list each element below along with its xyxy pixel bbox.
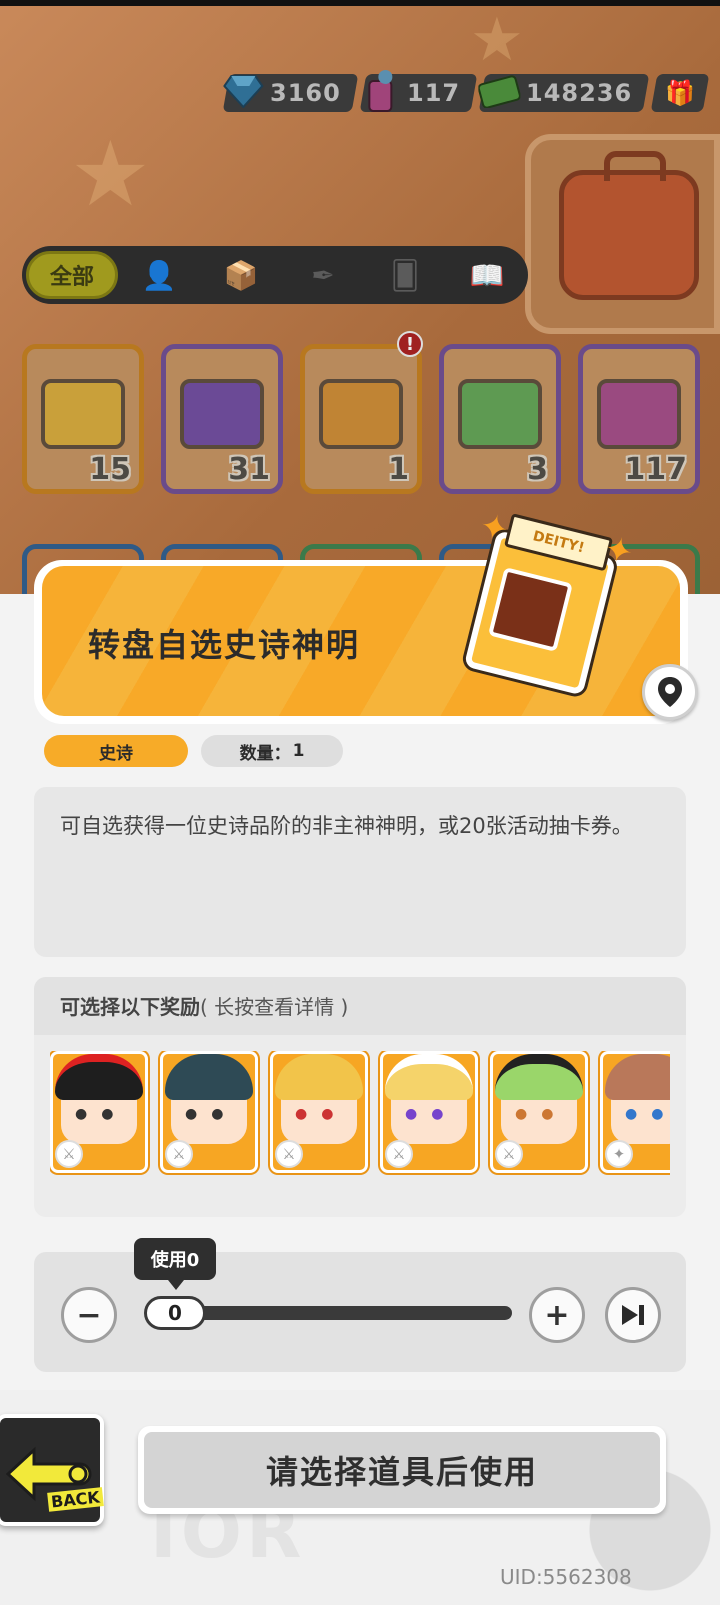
diamond-value: 3160: [269, 79, 341, 107]
hero-hair: [55, 1054, 143, 1100]
sword-icon: ⚔: [275, 1140, 303, 1168]
use-item-label: 请选择道具后使用: [144, 1432, 660, 1508]
tab-box[interactable]: 📦: [200, 259, 282, 292]
usage-slider-thumb[interactable]: 0: [144, 1296, 206, 1330]
item-count: 31: [228, 452, 270, 487]
item-title: 转盘自选史诗神明: [88, 626, 361, 664]
tab-pen[interactable]: ✒: [282, 259, 364, 292]
hero-hair: [605, 1054, 670, 1100]
spray-can-icon: [597, 379, 681, 449]
item-count: 117: [624, 452, 687, 487]
item-count: 3: [527, 452, 548, 487]
usage-tooltip: 使用0: [134, 1238, 216, 1290]
location-pin-icon: [658, 677, 682, 707]
minus-icon: −: [76, 1297, 102, 1333]
tab-all[interactable]: 全部: [26, 251, 118, 299]
tab-book[interactable]: 📖: [446, 259, 528, 292]
alert-icon: !: [397, 331, 423, 357]
hero-hair: [275, 1054, 363, 1100]
sword-icon: ⚔: [495, 1140, 523, 1168]
gift-box-button[interactable]: 🎁: [650, 74, 710, 112]
gift-icon: 🎁: [665, 79, 695, 107]
currency-cash: 148236: [478, 74, 650, 112]
hero-eyes: ●●: [405, 1106, 458, 1122]
spray-value: 117: [406, 79, 460, 107]
person-icon: 👤: [141, 258, 177, 292]
inventory-item[interactable]: 117: [578, 344, 700, 494]
hero-card[interactable]: ●● ⚔: [50, 1051, 148, 1173]
reward-header-title: 可选择以下奖励: [60, 995, 200, 1019]
quantity-badge: 数量： 1: [201, 735, 343, 767]
quantity-value: 1: [292, 741, 305, 761]
inventory-item[interactable]: 15: [22, 344, 144, 494]
cash-value: 148236: [525, 79, 632, 107]
hero-card[interactable]: ●● ⚔: [380, 1051, 478, 1173]
hero-card[interactable]: ●● ✦: [600, 1051, 670, 1173]
user-id: UID:5562308: [500, 1565, 632, 1589]
locate-button[interactable]: [642, 664, 698, 720]
reward-selection-box: 可选择以下奖励( 长按查看详情 ) ●● ⚔ ●● ⚔ ●● ⚔ ●● ⚔ ●●…: [34, 977, 686, 1217]
item-count: 15: [89, 452, 131, 487]
reward-hero-list[interactable]: ●● ⚔ ●● ⚔ ●● ⚔ ●● ⚔ ●● ⚔ ● ✦: [50, 1051, 670, 1181]
star-decoration: ★: [70, 122, 151, 227]
max-button[interactable]: [605, 1287, 661, 1343]
hero-card[interactable]: ●● ⚔: [160, 1051, 258, 1173]
tab-person[interactable]: 👤: [118, 259, 200, 292]
ticket-icon: [180, 379, 264, 449]
cup-icon: [458, 379, 542, 449]
gun-icon: ✦: [605, 1140, 633, 1168]
currency-diamond: 3160: [222, 74, 359, 112]
spray-can-icon: [357, 68, 403, 114]
box-icon: 📦: [223, 258, 259, 292]
item-description: 可自选获得一位史诗品阶的非主神神明，或20张活动抽卡券。: [60, 814, 633, 838]
plus-icon: +: [544, 1297, 570, 1333]
card-icon: 🂠: [390, 258, 420, 292]
reward-header: 可选择以下奖励( 长按查看详情 ): [34, 977, 686, 1035]
skip-to-end-icon: [622, 1305, 644, 1325]
item-count: 1: [388, 452, 409, 487]
tab-card[interactable]: 🂠: [364, 259, 446, 292]
back-button[interactable]: BACK: [0, 1414, 104, 1526]
sword-icon: ⚔: [55, 1140, 83, 1168]
inventory-grid: 15 31 1 ! 3 117: [22, 331, 700, 494]
star-decoration: ★: [470, 5, 524, 75]
hero-card[interactable]: ●● ⚔: [490, 1051, 588, 1173]
decrease-button[interactable]: −: [61, 1287, 117, 1343]
book-icon: 📖: [469, 258, 505, 292]
hero-eyes: ●●: [295, 1106, 348, 1122]
world-bag-card[interactable]: [525, 134, 720, 334]
hero-eyes: ●●: [185, 1106, 238, 1122]
hero-eyes: ●●: [625, 1106, 663, 1122]
inventory-background: ★ ★ 3160 117 148236 🎁 全部 👤 �: [0, 0, 720, 600]
currency-spray: 117: [359, 70, 478, 112]
inventory-item[interactable]: 31: [161, 344, 283, 494]
deity-box-icon: [319, 379, 403, 449]
sword-icon: ⚔: [165, 1140, 193, 1168]
reward-header-hint: ( 长按查看详情 ): [200, 995, 349, 1019]
diamond-icon: [220, 68, 266, 114]
currency-bar: 3160 117 148236 🎁: [222, 70, 710, 112]
hero-hair: [165, 1054, 253, 1100]
hero-hair: [385, 1054, 473, 1100]
use-item-button[interactable]: 请选择道具后使用: [138, 1426, 666, 1514]
sword-icon: ⚔: [385, 1140, 413, 1168]
increase-button[interactable]: +: [529, 1287, 585, 1343]
rarity-badge: 史诗: [44, 735, 188, 767]
suitcase-icon: [559, 151, 699, 300]
hero-hair: [495, 1054, 583, 1100]
inventory-item[interactable]: 3: [439, 344, 561, 494]
hero-eyes: ●●: [515, 1106, 568, 1122]
ticket-icon: [41, 379, 125, 449]
item-description-box: 可自选获得一位史诗品阶的非主神神明，或20张活动抽卡券。: [34, 787, 686, 957]
pen-icon: ✒: [311, 258, 335, 292]
inventory-item-selected[interactable]: 1 !: [300, 331, 423, 494]
category-filter-bar: 全部 👤 📦 ✒ 🂠 📖: [22, 246, 528, 304]
hero-card[interactable]: ●● ⚔: [270, 1051, 368, 1173]
cash-icon: [476, 68, 522, 114]
hero-eyes: ●●: [75, 1106, 128, 1122]
quantity-label: 数量：: [239, 743, 291, 764]
